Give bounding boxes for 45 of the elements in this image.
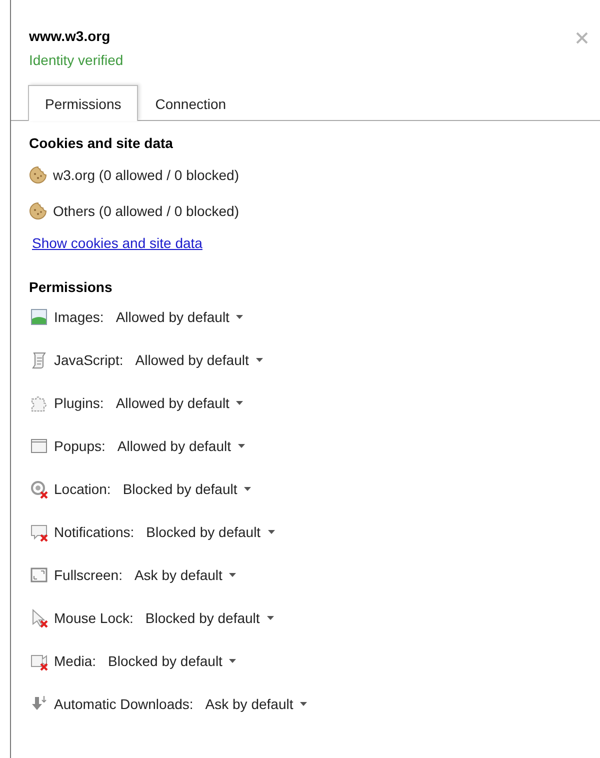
caret-icon [268,530,275,534]
caret-icon [244,486,252,490]
permission-label: Plugins: [54,394,104,410]
permission-label: Mouse Lock: [54,610,134,626]
identity-status: Identity verified [28,52,124,68]
section-heading: Permissions [29,279,114,295]
caret-icon [266,616,274,620]
close-icon[interactable] [576,32,588,44]
cookie-icon [29,202,47,220]
permission-label: JavaScript: [54,352,124,368]
permission-label: Notifications: [54,524,134,540]
caret-icon [256,358,263,362]
tab[interactable]: Connection [138,86,244,121]
permission-label: Media: [54,652,96,668]
picture-icon [29,306,49,326]
permission-dropdown[interactable]: Allowed by default [112,392,248,412]
permission-dropdown[interactable]: Ask by default [130,564,240,584]
caret-icon [236,314,244,318]
cookie-count: Others (0 allowed / 0 blocked) [53,203,239,219]
caret-icon [236,400,244,404]
permission-dropdown[interactable]: Blocked by default [104,650,240,670]
permission-label: Location: [54,480,111,496]
permission-dropdown[interactable]: Allowed by default [113,436,250,456]
permission-dropdown[interactable]: Ask by default [201,694,312,714]
caret-icon [238,444,246,448]
caret-icon [229,572,236,576]
tab[interactable]: Permissions [28,85,138,121]
scroll-icon [29,350,49,370]
section-heading: Cookies and site data [29,135,174,151]
permission-dropdown[interactable]: Allowed by default [131,350,267,370]
caret-icon [300,702,308,706]
permission-label: Automatic Downloads: [54,696,194,712]
permission-dropdown[interactable]: Blocked by default [141,608,278,628]
permission-label: Images: [54,308,104,324]
site-name: www.w3.org [29,28,110,44]
permission-dropdown[interactable]: Blocked by default [142,522,279,542]
permission-label: Fullscreen: [54,566,122,582]
permission-label: Popups: [54,438,106,454]
target-icon [29,478,49,498]
permission-dropdown[interactable]: Blocked by default [118,478,256,498]
show-cookies-link[interactable]: Show cookies and site data [32,235,202,251]
permission-dropdown[interactable]: Allowed by default [112,306,248,326]
cookie-count: w3.org (0 allowed / 0 blocked) [53,167,239,183]
caret-icon [229,658,236,662]
cookie-icon [29,166,47,184]
